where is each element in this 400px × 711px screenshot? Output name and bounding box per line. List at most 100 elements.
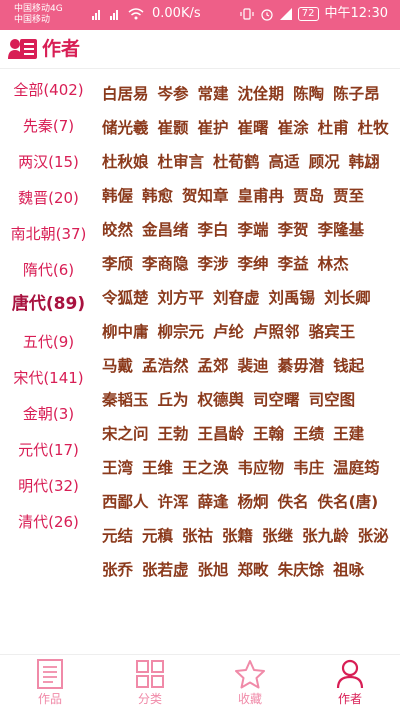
- poet-name[interactable]: 张若虚: [142, 558, 189, 580]
- dynasty-item[interactable]: 唐代(89): [0, 294, 97, 314]
- poet-name[interactable]: 韩偓: [102, 184, 133, 206]
- poet-name[interactable]: 杜甫: [318, 116, 349, 138]
- poet-name[interactable]: 宋之问: [102, 422, 149, 444]
- poet-name[interactable]: 陈子昂: [333, 82, 380, 104]
- poet-name[interactable]: 杜牧: [358, 116, 389, 138]
- poet-name[interactable]: 张旭: [198, 558, 229, 580]
- poet-name[interactable]: 张乔: [102, 558, 133, 580]
- dynasty-item[interactable]: 两汉(15): [0, 152, 97, 172]
- dynasty-item[interactable]: 元代(17): [0, 440, 97, 460]
- poet-name[interactable]: 裴迪: [238, 354, 269, 376]
- poet-name[interactable]: 刘昚虚: [213, 286, 260, 308]
- dynasty-item[interactable]: 清代(26): [0, 512, 97, 532]
- dynasty-item[interactable]: 隋代(6): [0, 260, 97, 280]
- poet-name[interactable]: 丘为: [158, 388, 189, 410]
- nav-tab-authors[interactable]: 作者: [300, 655, 400, 711]
- poet-name[interactable]: 柳宗元: [158, 320, 205, 342]
- poet-name[interactable]: 祖咏: [333, 558, 364, 580]
- poet-name[interactable]: 王勃: [158, 422, 189, 444]
- poet-name[interactable]: 綦毋潜: [278, 354, 325, 376]
- poet-name[interactable]: 柳中庸: [102, 320, 149, 342]
- poet-name[interactable]: 韦庄: [293, 456, 324, 478]
- poet-name[interactable]: 贺知章: [182, 184, 229, 206]
- poet-name[interactable]: 杜荀鹤: [213, 150, 260, 172]
- poet-name[interactable]: 韦应物: [238, 456, 285, 478]
- poet-name[interactable]: 崔涂: [278, 116, 309, 138]
- poet-name[interactable]: 令狐楚: [102, 286, 149, 308]
- poet-name[interactable]: 权德舆: [198, 388, 245, 410]
- poet-name[interactable]: 李涉: [198, 252, 229, 274]
- poet-name[interactable]: 杨炯: [238, 490, 269, 512]
- poet-name[interactable]: 王昌龄: [198, 422, 245, 444]
- poet-name[interactable]: 王翰: [253, 422, 284, 444]
- poet-name[interactable]: 李隆基: [318, 218, 365, 240]
- nav-tab-favorites[interactable]: 收藏: [200, 655, 300, 711]
- poet-name[interactable]: 马戴: [102, 354, 133, 376]
- poet-name[interactable]: 薛逢: [198, 490, 229, 512]
- poet-name[interactable]: 刘禹锡: [269, 286, 316, 308]
- poet-name[interactable]: 佚名(唐): [318, 490, 379, 512]
- dynasty-item[interactable]: 先秦(7): [0, 116, 97, 136]
- poet-name[interactable]: 杜秋娘: [102, 150, 149, 172]
- poet-name[interactable]: 杜审言: [158, 150, 205, 172]
- poet-name[interactable]: 温庭筠: [333, 456, 380, 478]
- poet-name[interactable]: 司空曙: [253, 388, 300, 410]
- poet-name[interactable]: 李端: [238, 218, 269, 240]
- poet-name[interactable]: 李贺: [278, 218, 309, 240]
- poet-name[interactable]: 钱起: [333, 354, 364, 376]
- poet-name[interactable]: 元稹: [142, 524, 173, 546]
- poet-name[interactable]: 贾岛: [293, 184, 324, 206]
- poet-name[interactable]: 崔颢: [158, 116, 189, 138]
- poet-name[interactable]: 朱庆馀: [278, 558, 325, 580]
- poet-name[interactable]: 林杰: [318, 252, 349, 274]
- poet-name[interactable]: 王绩: [293, 422, 324, 444]
- poet-name[interactable]: 储光羲: [102, 116, 149, 138]
- poet-name[interactable]: 陈陶: [293, 82, 324, 104]
- poet-name[interactable]: 李白: [198, 218, 229, 240]
- poet-name[interactable]: 刘方平: [158, 286, 205, 308]
- poet-name[interactable]: 顾况: [309, 150, 340, 172]
- poet-name[interactable]: 李绅: [238, 252, 269, 274]
- poet-name[interactable]: 常建: [198, 82, 229, 104]
- poet-name[interactable]: 骆宾王: [309, 320, 356, 342]
- poet-name[interactable]: 王维: [142, 456, 173, 478]
- poet-name[interactable]: 李颀: [102, 252, 133, 274]
- poet-name[interactable]: 张九龄: [302, 524, 349, 546]
- dynasty-item[interactable]: 金朝(3): [0, 404, 97, 424]
- poet-name[interactable]: 王湾: [102, 456, 133, 478]
- poet-name[interactable]: 金昌绪: [142, 218, 189, 240]
- poet-name[interactable]: 皎然: [102, 218, 133, 240]
- nav-tab-works[interactable]: 作品: [0, 655, 100, 711]
- poet-name[interactable]: 孟郊: [198, 354, 229, 376]
- dynasty-item[interactable]: 全部(402): [0, 80, 97, 100]
- poet-name[interactable]: 王之涣: [182, 456, 229, 478]
- poet-name[interactable]: 皇甫冉: [238, 184, 285, 206]
- nav-tab-category[interactable]: 分类: [100, 655, 200, 711]
- poet-name[interactable]: 岑参: [158, 82, 189, 104]
- poet-name[interactable]: 刘长卿: [324, 286, 371, 308]
- poet-name[interactable]: 王建: [333, 422, 364, 444]
- poet-name[interactable]: 高适: [269, 150, 300, 172]
- poet-name[interactable]: 白居易: [102, 82, 149, 104]
- dynasty-item[interactable]: 宋代(141): [0, 368, 97, 388]
- poet-name[interactable]: 郑畋: [238, 558, 269, 580]
- poet-name[interactable]: 张籍: [222, 524, 253, 546]
- dynasty-item[interactable]: 五代(9): [0, 332, 97, 352]
- poet-name[interactable]: 李益: [278, 252, 309, 274]
- poet-name[interactable]: 崔曙: [238, 116, 269, 138]
- poet-name[interactable]: 张泌: [358, 524, 389, 546]
- poet-name[interactable]: 卢照邻: [253, 320, 300, 342]
- poet-name[interactable]: 元结: [102, 524, 133, 546]
- dynasty-item[interactable]: 魏晋(20): [0, 188, 97, 208]
- poet-name[interactable]: 贾至: [333, 184, 364, 206]
- dynasty-item[interactable]: 明代(32): [0, 476, 97, 496]
- poet-name[interactable]: 许浑: [158, 490, 189, 512]
- poet-name[interactable]: 韩愈: [142, 184, 173, 206]
- poet-name[interactable]: 秦韬玉: [102, 388, 149, 410]
- poet-name[interactable]: 沈佺期: [238, 82, 285, 104]
- poet-name[interactable]: 张祜: [182, 524, 213, 546]
- poet-name[interactable]: 佚名: [278, 490, 309, 512]
- dynasty-item[interactable]: 南北朝(37): [0, 224, 97, 244]
- poet-name[interactable]: 西鄙人: [102, 490, 149, 512]
- poet-name[interactable]: 张继: [262, 524, 293, 546]
